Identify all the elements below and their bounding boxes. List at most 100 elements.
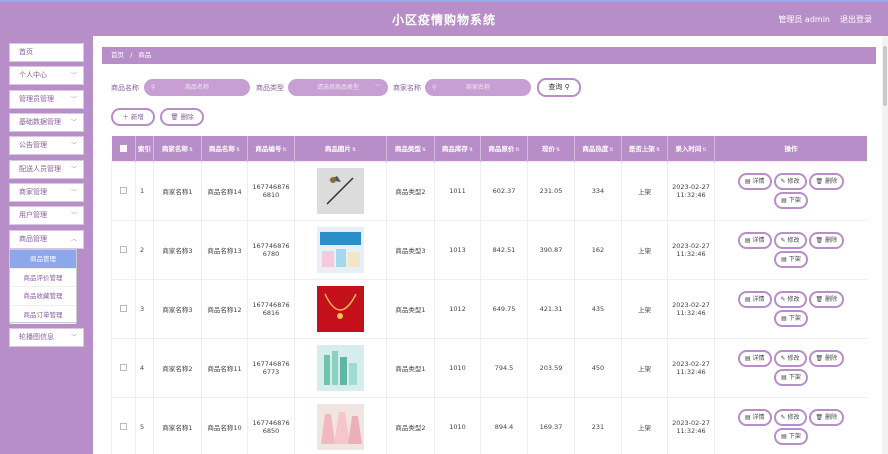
select-all-checkbox[interactable]: [111, 136, 136, 161]
merchant-name-input[interactable]: ⚲ 商家名称: [425, 79, 531, 96]
sort-icon[interactable]: ⇅: [236, 147, 240, 153]
edit-icon: ✎: [780, 177, 786, 185]
detail-button[interactable]: ▤ 详情: [737, 172, 772, 190]
submenu-item-order[interactable]: 商品订单管理: [10, 306, 76, 324]
sidebar-item-admin[interactable]: 管理员管理 ﹀: [9, 90, 84, 109]
checkbox[interactable]: [119, 144, 127, 152]
sort-icon[interactable]: ⇅: [422, 147, 426, 153]
sidebar-item-product[interactable]: 商品管理 ︿: [9, 230, 84, 249]
col-heat[interactable]: 商品热度⇅: [574, 136, 622, 161]
delete-button[interactable]: 🗑 删除: [808, 349, 845, 367]
col-price[interactable]: 现价⇅: [527, 136, 575, 161]
sort-icon[interactable]: ⇅: [515, 147, 519, 153]
col-image[interactable]: 商品图片⇅: [294, 136, 387, 161]
sort-icon[interactable]: ⇅: [282, 147, 286, 153]
product-name-input[interactable]: ⚲ 商品名称: [144, 79, 250, 96]
col-original-price[interactable]: 商品原价⇅: [480, 136, 528, 161]
submenu-item-favorite[interactable]: 商品收藏管理: [10, 287, 76, 306]
checkbox[interactable]: [120, 246, 127, 253]
offshelf-button[interactable]: ▤ 下架: [774, 309, 808, 327]
sidebar-item-user[interactable]: 用户管理 ﹀: [9, 206, 84, 225]
sort-icon[interactable]: ⇅: [702, 147, 706, 153]
row-checkbox-cell[interactable]: [111, 160, 136, 221]
sidebar-item-basic-data[interactable]: 基础数据管理 ﹀: [9, 113, 84, 132]
offshelf-button[interactable]: ▤ 下架: [774, 191, 808, 209]
sidebar-item-label: 配送人员管理: [19, 165, 61, 173]
delete-button[interactable]: 🗑 删除: [808, 290, 845, 308]
delete-button[interactable]: 🗑 删除: [808, 172, 845, 190]
submenu-item-product[interactable]: 商品管理: [10, 250, 76, 269]
sort-icon[interactable]: ⇅: [189, 147, 193, 153]
detail-button[interactable]: ▤ 详情: [737, 290, 772, 308]
cell-name: 商品名称11: [201, 337, 248, 398]
cell-time: 2023-02-27 11:32:46: [667, 337, 715, 398]
col-on-shelf[interactable]: 是否上架⇅: [621, 136, 668, 161]
query-button[interactable]: 查询 ⚲: [537, 78, 581, 97]
col-code[interactable]: 商品编号⇅: [247, 136, 295, 161]
delete-button[interactable]: 🗑 删除: [808, 408, 845, 426]
col-merchant-label: 商家名称: [161, 145, 188, 154]
col-stock[interactable]: 商品库存⇅: [434, 136, 481, 161]
cell-index: 2: [135, 219, 154, 280]
checkbox[interactable]: [120, 305, 127, 312]
edit-button[interactable]: ✎ 修改: [773, 231, 807, 249]
sidebar-item-label: 轮播图信息: [19, 333, 54, 341]
checkbox[interactable]: [120, 187, 127, 194]
product-type-select[interactable]: 请选择商品类型 ﹀: [288, 79, 388, 96]
col-merchant[interactable]: 商家名称⇅: [153, 136, 202, 161]
edit-button-label: 修改: [787, 295, 800, 303]
checkbox[interactable]: [120, 423, 127, 430]
col-name-label: 商品名称: [208, 145, 235, 154]
delete-button[interactable]: 🗑 删除: [808, 231, 845, 249]
add-button[interactable]: ＋ 新增: [111, 108, 155, 126]
product-image[interactable]: [317, 344, 364, 391]
offshelf-button[interactable]: ▤ 下架: [774, 427, 808, 445]
sidebar-item-profile[interactable]: 个人中心 ﹀: [9, 66, 84, 85]
edit-button[interactable]: ✎ 修改: [773, 349, 807, 367]
edit-button[interactable]: ✎ 修改: [773, 172, 807, 190]
detail-button[interactable]: ▤ 详情: [737, 408, 772, 426]
row-checkbox-cell[interactable]: [111, 278, 136, 339]
sidebar-item-notice[interactable]: 公告管理 ﹀: [9, 136, 84, 155]
sort-icon[interactable]: ⇅: [469, 147, 473, 153]
product-table: 索引 商家名称⇅ 商品名称⇅ 商品编号⇅ 商品图片⇅ 商品类型⇅ 商品库存⇅ 商…: [111, 136, 867, 454]
detail-button[interactable]: ▤ 详情: [737, 231, 772, 249]
scrollbar-thumb[interactable]: [883, 46, 887, 106]
sort-icon[interactable]: ⇅: [352, 147, 356, 153]
chevron-down-icon: ﹀: [70, 119, 77, 126]
col-heat-label: 商品热度: [582, 145, 609, 154]
edit-button[interactable]: ✎ 修改: [773, 290, 807, 308]
col-name[interactable]: 商品名称⇅: [201, 136, 248, 161]
batch-delete-button[interactable]: 🗑 删除: [160, 108, 204, 126]
col-type[interactable]: 商品类型⇅: [386, 136, 435, 161]
cell-actions: ▤ 详情 ✎ 修改 🗑 删除 ▤ 下架: [714, 219, 867, 280]
detail-button[interactable]: ▤ 详情: [737, 349, 772, 367]
product-image[interactable]: [317, 285, 364, 332]
page-scrollbar[interactable]: [882, 36, 888, 454]
row-checkbox-cell[interactable]: [111, 396, 136, 454]
chevron-down-icon: ﹀: [70, 166, 77, 173]
cell-stock: 1013: [434, 219, 481, 280]
sort-icon[interactable]: ⇅: [609, 147, 613, 153]
submenu-item-review[interactable]: 商品评价管理: [10, 269, 76, 287]
sidebar-item-home[interactable]: 首页: [9, 43, 84, 62]
breadcrumb-home[interactable]: 首页: [111, 51, 124, 59]
product-image[interactable]: [317, 226, 364, 273]
sidebar-item-carousel[interactable]: 轮播图信息 ﹀: [9, 328, 84, 347]
row-checkbox-cell[interactable]: [111, 337, 136, 398]
sidebar-item-merchant[interactable]: 商家管理 ﹀: [9, 183, 84, 202]
col-price-label: 现价: [541, 145, 555, 154]
checkbox[interactable]: [120, 364, 127, 371]
edit-button[interactable]: ✎ 修改: [773, 408, 807, 426]
offshelf-button[interactable]: ▤ 下架: [774, 250, 808, 268]
edit-button-label: 修改: [787, 177, 800, 185]
sort-icon[interactable]: ⇅: [656, 147, 660, 153]
offshelf-button[interactable]: ▤ 下架: [774, 368, 808, 386]
product-image[interactable]: [317, 403, 364, 450]
sidebar-item-delivery[interactable]: 配送人员管理 ﹀: [9, 160, 84, 179]
logout-link[interactable]: 退出登录: [840, 14, 872, 25]
product-image[interactable]: [317, 167, 364, 214]
col-time[interactable]: 录入时间⇅: [667, 136, 715, 161]
sort-icon[interactable]: ⇅: [556, 147, 560, 153]
row-checkbox-cell[interactable]: [111, 219, 136, 280]
